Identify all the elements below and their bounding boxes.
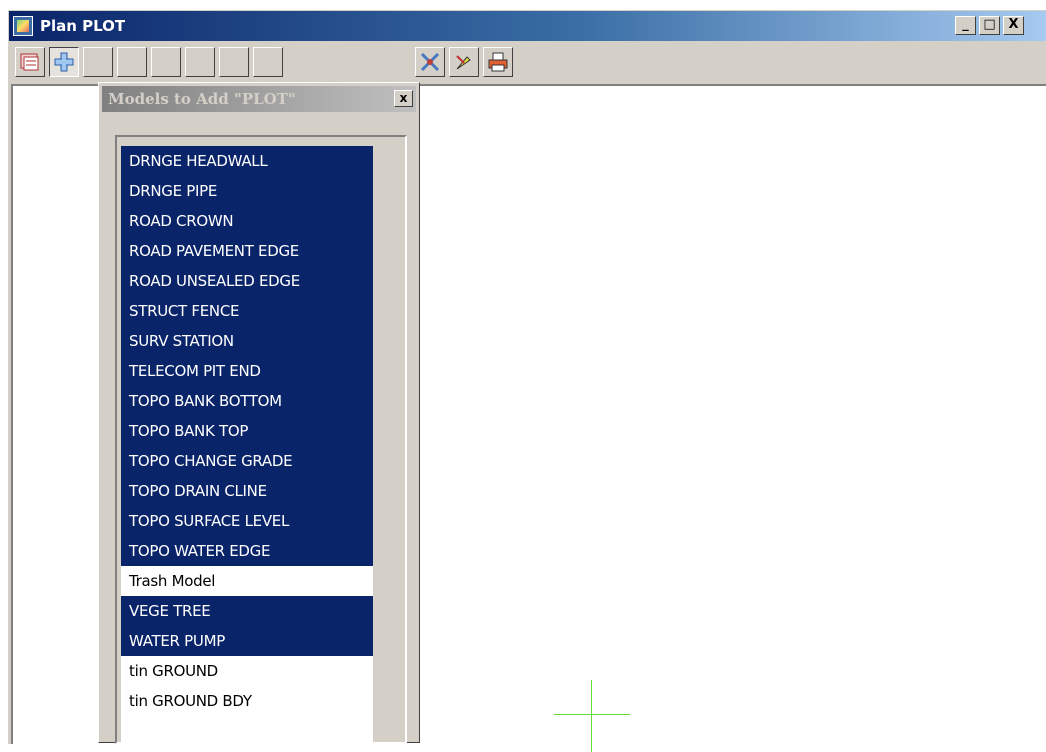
list-item[interactable]: DRNGE PIPE [121,176,373,206]
window-title: Plan PLOT [40,17,126,35]
plot-layers-icon [20,53,39,71]
list-item[interactable]: ROAD PAVEMENT EDGE [121,236,373,266]
move-button[interactable] [151,47,181,77]
dialog-close-button[interactable]: x [394,90,413,107]
list-item[interactable]: SURV STATION [121,326,373,356]
delete-icon [420,52,440,72]
list-item[interactable]: TOPO DRAIN CLINE [121,476,373,506]
add-model-icon [54,52,74,72]
maximize-button[interactable]: □ [979,16,1000,35]
list-item[interactable]: ROAD CROWN [121,206,373,236]
window-titlebar[interactable]: Plan PLOT _ □ X [9,11,1046,41]
zoom-out-button[interactable] [219,47,249,77]
crosshair-horizontal [554,714,630,715]
crosshair-vertical [591,680,592,752]
zoom-in-button[interactable] [185,47,215,77]
list-item[interactable]: TOPO CHANGE GRADE [121,446,373,476]
list-item[interactable]: tin GROUND BDY [121,686,373,716]
delete-button[interactable] [415,47,445,77]
print-icon [488,52,508,72]
models-listbox[interactable]: DRNGE HEADWALL DRNGE PIPE ROAD CROWN ROAD P… [121,146,373,744]
toolbar [9,42,1046,80]
list-item[interactable]: TOPO WATER EDGE [121,536,373,566]
list-item[interactable]: STRUCT FENCE [121,296,373,326]
list-item[interactable]: WATER PUMP [121,626,373,656]
dialog-title: Models to Add "PLOT" [108,90,296,108]
list-item[interactable]: VEGE TREE [121,596,373,626]
list-item[interactable]: TOPO SURFACE LEVEL [121,506,373,536]
app-icon [13,16,33,36]
list-item[interactable]: ROAD UNSEALED EDGE [121,266,373,296]
list-item[interactable]: Trash Model [121,566,373,596]
pick-icon [456,55,471,70]
list-item[interactable]: tin GROUND [121,656,373,686]
dialog-titlebar[interactable]: Models to Add "PLOT" x [102,86,416,112]
print-button[interactable] [483,47,513,77]
pick-button[interactable] [449,47,479,77]
list-item[interactable]: TOPO BANK BOTTOM [121,386,373,416]
list-item[interactable]: TOPO BANK TOP [121,416,373,446]
pan-button[interactable] [253,47,283,77]
minimize-button[interactable]: _ [955,16,976,35]
plot-layers-button[interactable] [15,47,45,77]
list-item[interactable]: DRNGE HEADWALL [121,146,373,176]
blank-button[interactable] [83,47,113,77]
add-model-button[interactable] [49,47,79,77]
list-item[interactable]: TELECOM PIT END [121,356,373,386]
models-to-add-dialog: Models to Add "PLOT" x DRNGE HEADWALL DRN… [98,82,420,744]
close-button[interactable]: X [1003,16,1024,35]
zoom-button[interactable] [117,47,147,77]
